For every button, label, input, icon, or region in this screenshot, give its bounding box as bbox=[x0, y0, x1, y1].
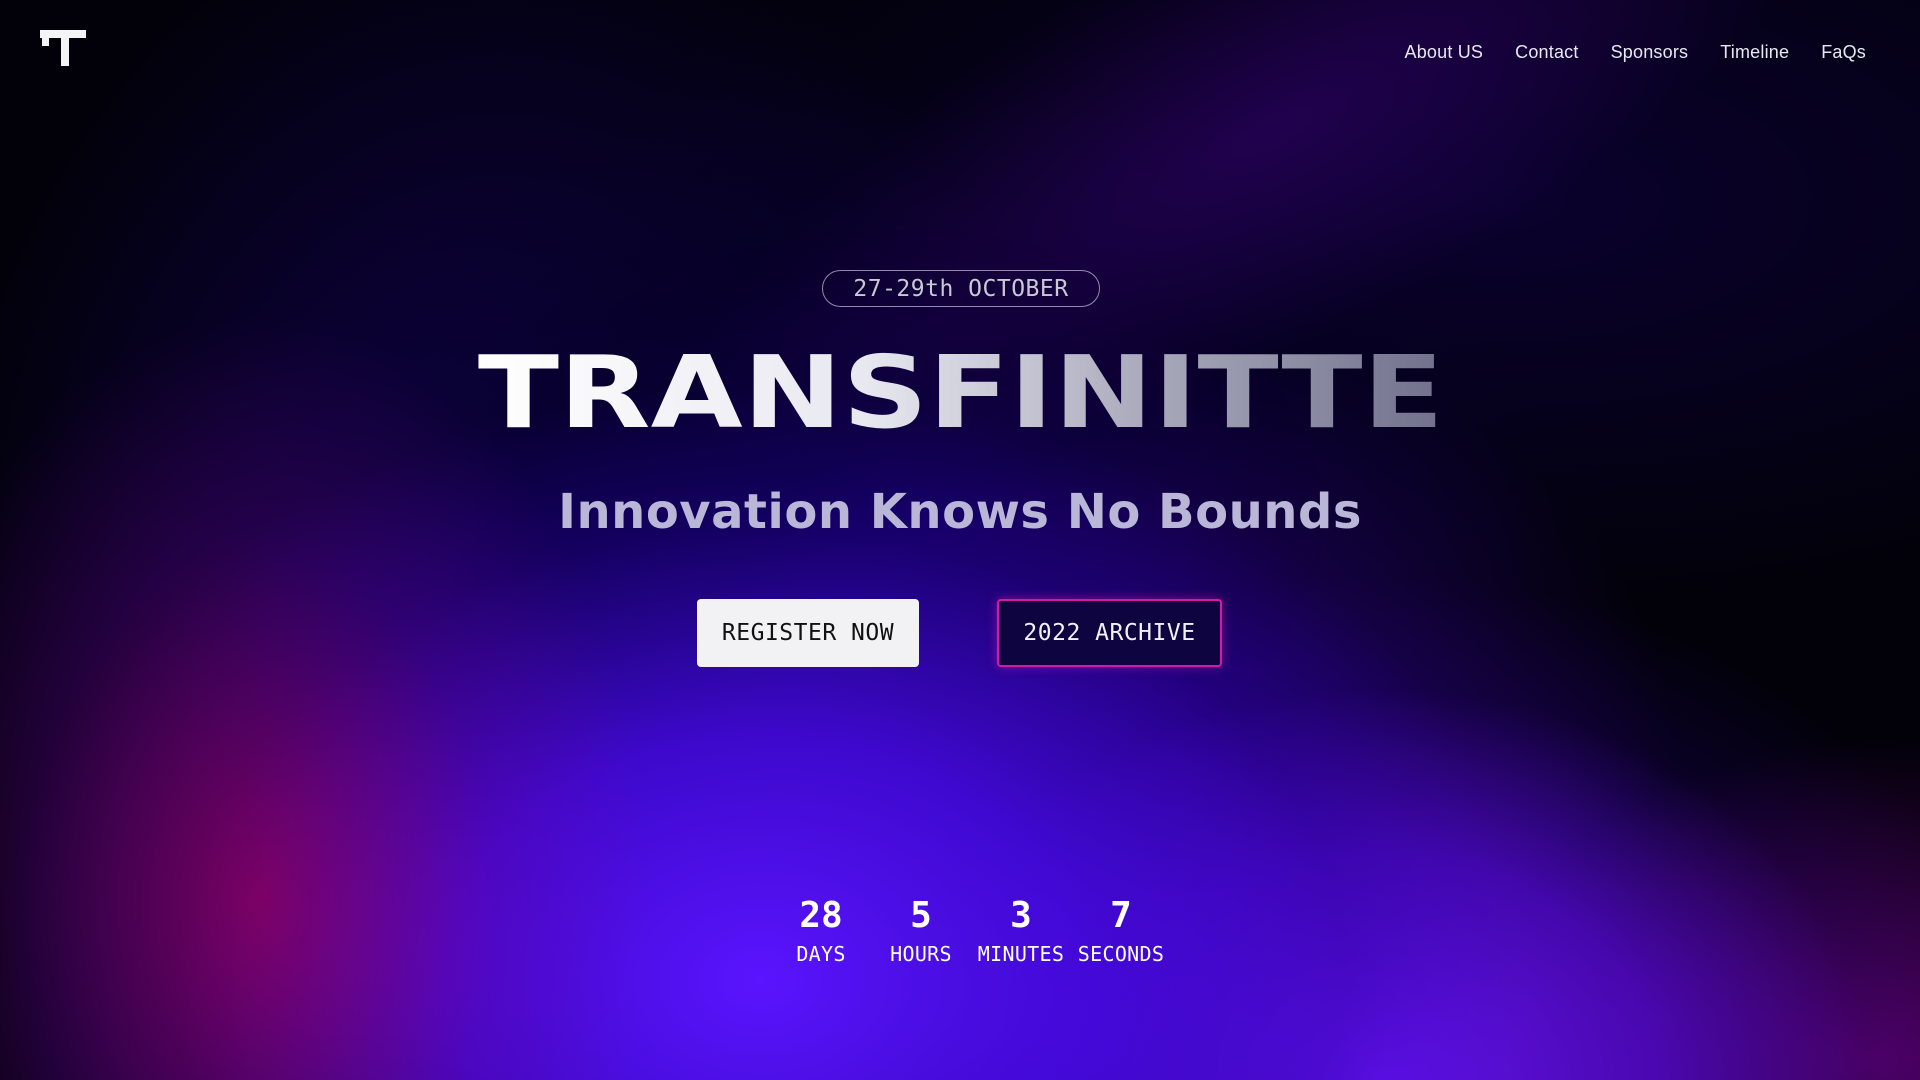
countdown-seconds: 7 SECONDS bbox=[1071, 893, 1171, 967]
event-tagline: Innovation Knows No Bounds bbox=[558, 484, 1362, 540]
countdown-minutes-value: 3 bbox=[1010, 895, 1032, 936]
hero-section: 27-29th OCTOBER TRANSFINITTE Innovation … bbox=[0, 0, 1920, 1080]
countdown-hours-value: 5 bbox=[910, 895, 932, 936]
event-date-badge: 27-29th OCTOBER bbox=[822, 270, 1100, 307]
countdown-seconds-label: SECONDS bbox=[1077, 942, 1165, 966]
countdown-minutes: 3 MINUTES bbox=[971, 893, 1071, 967]
countdown-days-value: 28 bbox=[799, 895, 843, 936]
event-title: TRANSFINITTE bbox=[478, 338, 1444, 448]
register-now-button[interactable]: REGISTER NOW bbox=[697, 599, 919, 667]
countdown-timer: 28 DAYS 5 HOURS 3 MINUTES 7 SECONDS bbox=[771, 893, 1171, 967]
event-title-wrapper: TRANSFINITTE bbox=[478, 338, 1444, 448]
countdown-hours-label: HOURS bbox=[890, 942, 952, 966]
countdown-minutes-label: MINUTES bbox=[977, 942, 1065, 966]
countdown-seconds-value: 7 bbox=[1110, 895, 1132, 936]
countdown-days: 28 DAYS bbox=[771, 893, 871, 967]
landing-page: About US Contact Sponsors Timeline FaQs … bbox=[0, 0, 1920, 1080]
countdown-hours: 5 HOURS bbox=[871, 893, 971, 967]
archive-2022-button[interactable]: 2022 ARCHIVE bbox=[997, 599, 1222, 667]
countdown-days-label: DAYS bbox=[796, 942, 846, 966]
